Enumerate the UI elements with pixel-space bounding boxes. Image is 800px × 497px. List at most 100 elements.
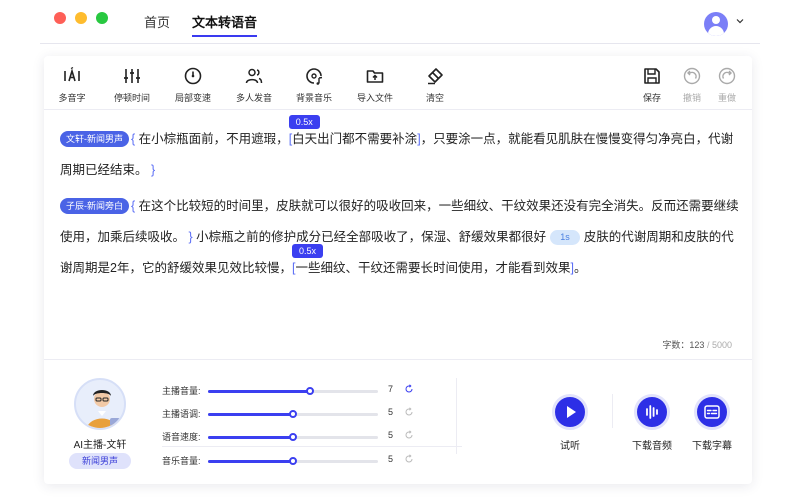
slider-knob[interactable]	[289, 433, 297, 441]
reset-icon[interactable]	[404, 430, 414, 440]
anchor-name: AI主播-文轩	[73, 440, 127, 451]
users-icon	[245, 68, 263, 84]
voice-tag[interactable]: 子辰-新闻旁白	[60, 198, 129, 214]
slider-knob[interactable]	[289, 410, 297, 418]
slider-label: 主播音量:	[162, 386, 201, 396]
anchor-avatar[interactable]	[74, 378, 126, 430]
speed-badge[interactable]: 0.5x	[288, 115, 320, 129]
pause-badge[interactable]: 1s	[550, 230, 580, 245]
redo-button[interactable]: 重做	[699, 66, 752, 104]
slider-fill	[208, 460, 293, 463]
title-bar: 首页 文本转语音	[0, 0, 800, 44]
chevron-down-icon[interactable]	[736, 17, 744, 25]
slider-fill	[208, 390, 310, 393]
window-close-button[interactable]	[54, 12, 66, 24]
user-avatar[interactable]	[704, 12, 728, 36]
slider-knob[interactable]	[289, 457, 297, 465]
save-icon	[644, 68, 660, 84]
paragraph-2: 子辰-新闻旁白{ 在这个比较短的时间里，皮肤就可以很好的吸收回来，一些细纹、干纹…	[60, 191, 740, 284]
paragraph-text: 在小棕瓶面前，不用遮瑕，	[138, 132, 289, 146]
segment-bracket-close: }	[151, 163, 156, 177]
anchor-voice-badge[interactable]: 新闻男声	[69, 453, 131, 469]
speed-badge[interactable]: 0.5x	[291, 244, 323, 258]
text-editor[interactable]: 文轩-新闻男声{ 在小棕瓶面前，不用遮瑕， 0.5x [白天出门都不需要补涂]，只要…	[60, 115, 740, 284]
window-minimize-button[interactable]	[75, 12, 87, 24]
char-count-max: / 5000	[706, 340, 732, 350]
char-count-current: 123	[689, 340, 705, 350]
import-file-label: 导入文件	[356, 93, 393, 103]
window-maximize-button[interactable]	[96, 12, 108, 24]
speed-segment-text: 白天出门都不需要补涂	[292, 132, 418, 146]
import-file-button[interactable]: 导入文件	[347, 66, 403, 104]
local-speed-button[interactable]: 局部变速	[165, 66, 221, 104]
slider-anchor-tone: 主播语调: 5	[162, 407, 422, 421]
slider-track[interactable]	[208, 457, 378, 465]
speed-segment[interactable]: 0.5x [一些细纹、干纹还需要长时间使用，才能看到效果]	[291, 244, 574, 275]
redo-label: 重做	[717, 93, 736, 103]
download-audio-button[interactable]: 下载音频	[620, 394, 684, 452]
reset-icon[interactable]	[404, 384, 414, 394]
multi-voice-button[interactable]: 多人发音	[226, 66, 282, 104]
redo-icon	[718, 67, 736, 85]
slider-label: 语音速度:	[162, 432, 201, 442]
download-subtitle-button[interactable]: 下载字幕	[680, 394, 744, 452]
slider-fill	[208, 436, 293, 439]
pause-time-button[interactable]: 停顿时间	[104, 66, 160, 104]
polyphone-label: 多音字	[58, 93, 86, 103]
segment-bracket-open: {	[131, 132, 136, 146]
slider-value: 5	[388, 407, 394, 417]
nav-home[interactable]: 首页	[144, 12, 170, 31]
slider-value: 7	[388, 384, 394, 394]
sliders-icon	[124, 69, 140, 83]
pause-time-label: 停顿时间	[113, 93, 150, 103]
paragraph-end: 。	[573, 261, 587, 275]
vertical-divider	[456, 378, 457, 454]
eraser-icon	[428, 68, 443, 85]
background-music-button[interactable]: 背景音乐	[286, 66, 342, 104]
speed-dial-icon	[184, 67, 202, 85]
background-music-label: 背景音乐	[295, 93, 332, 103]
segment-bracket-close: }	[188, 230, 193, 244]
speed-segment-text: 一些细纹、干纹还需要长时间使用，才能看到效果	[295, 261, 571, 275]
multi-voice-label: 多人发音	[235, 93, 272, 103]
polyphone-button[interactable]: 多音字	[44, 66, 100, 104]
segment-bracket-open: {	[131, 199, 136, 213]
subtitle-icon	[694, 394, 730, 430]
download-audio-label: 下载音频	[632, 441, 672, 452]
anchor-portrait-icon	[86, 390, 120, 428]
reset-icon[interactable]	[404, 407, 414, 417]
slider-anchor-volume: 主播音量: 7	[162, 384, 422, 398]
paragraph-text: 小棕瓶之前的修护成分已经全部吸收了，保湿、舒缓效果都很好	[196, 230, 547, 244]
clear-label: 清空	[425, 93, 444, 103]
listen-button[interactable]: 试听	[538, 394, 602, 452]
slider-knob[interactable]	[306, 387, 314, 395]
slider-track[interactable]	[208, 433, 378, 441]
editor-card: 多音字 停顿时间 局部变速 多人发音 背景音乐 导入文件 清空 保存 撤销 重做…	[44, 56, 752, 484]
slider-speech-speed: 语音速度: 5	[162, 430, 422, 444]
slider-label: 主播语调:	[162, 409, 201, 419]
paragraph-1: 文轩-新闻男声{ 在小棕瓶面前，不用遮瑕， 0.5x [白天出门都不需要补涂]，只要…	[60, 115, 740, 186]
slider-fill	[208, 413, 293, 416]
folder-upload-icon	[366, 70, 384, 83]
clear-button[interactable]: 清空	[407, 66, 463, 104]
panel-divider	[44, 359, 752, 360]
voice-tag[interactable]: 文轩-新闻男声	[60, 131, 129, 147]
nav-text-to-speech[interactable]: 文本转语音	[192, 12, 258, 37]
play-icon	[552, 394, 588, 430]
download-subtitle-label: 下载字幕	[692, 441, 732, 452]
slider-track[interactable]	[208, 387, 378, 395]
reset-icon[interactable]	[404, 454, 414, 464]
char-count: 字数：123 / 5000	[662, 340, 732, 350]
header-divider	[40, 43, 760, 44]
local-speed-label: 局部变速	[174, 93, 211, 103]
audio-wave-icon	[634, 394, 670, 430]
action-divider	[612, 394, 613, 428]
polyphone-icon	[64, 66, 80, 82]
speed-segment[interactable]: 0.5x [白天出门都不需要补涂]	[288, 115, 421, 146]
music-disc-icon	[306, 68, 323, 85]
slider-track[interactable]	[208, 410, 378, 418]
slider-divider	[162, 446, 462, 447]
slider-value: 5	[388, 430, 394, 440]
listen-label: 试听	[560, 441, 580, 452]
slider-label: 音乐音量:	[162, 456, 201, 466]
